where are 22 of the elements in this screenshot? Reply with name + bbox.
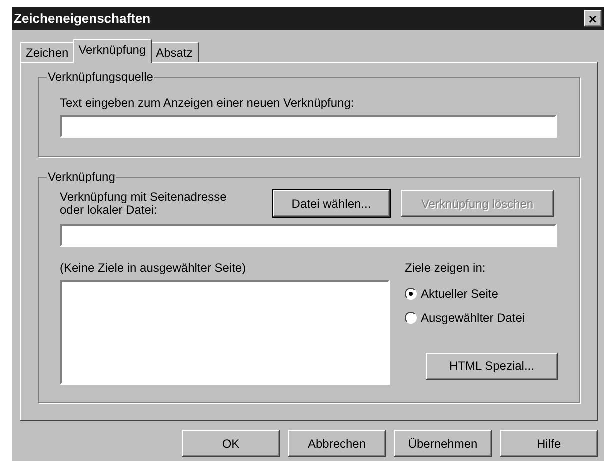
group-title: Verknüpfung <box>47 170 116 184</box>
field-label: Text eingeben zum Anzeigen einer neuen Verknüpfung: <box>60 96 356 110</box>
window-title: Zeicheneigenschaften <box>14 10 151 28</box>
tab[interactable]: Absatz <box>150 42 199 62</box>
targets-label: (Keine Ziele in ausgewählter Seite) <box>60 260 248 274</box>
radio-option[interactable]: Ausgewählter Datei <box>405 306 558 330</box>
html-special-button[interactable]: HTML Spezial... <box>426 352 558 380</box>
group-title: Verknüpfungsquelle <box>47 70 154 84</box>
dialog-button[interactable]: Abbrechen <box>288 430 386 457</box>
show-in-label: Ziele zeigen in: <box>405 260 487 274</box>
dialog-button[interactable]: OK <box>182 430 280 457</box>
dialog-button[interactable]: Übernehmen <box>394 430 492 457</box>
tab[interactable]: Zeichen <box>20 42 75 62</box>
tab[interactable]: Verknüpfung <box>72 39 152 63</box>
dialog-button[interactable]: Hilfe <box>500 430 598 457</box>
field-label: Verknüpfung mit Seitenadresse oder lokaler Datei: <box>60 191 228 217</box>
targets-list[interactable] <box>60 280 390 384</box>
radio-option[interactable]: Aktueller Seite <box>405 282 558 306</box>
link-text-field[interactable] <box>60 114 557 138</box>
choose-file-button[interactable]: Datei wählen... <box>273 190 390 217</box>
close-button[interactable]: × <box>584 10 602 27</box>
link-address-field[interactable] <box>60 224 557 247</box>
